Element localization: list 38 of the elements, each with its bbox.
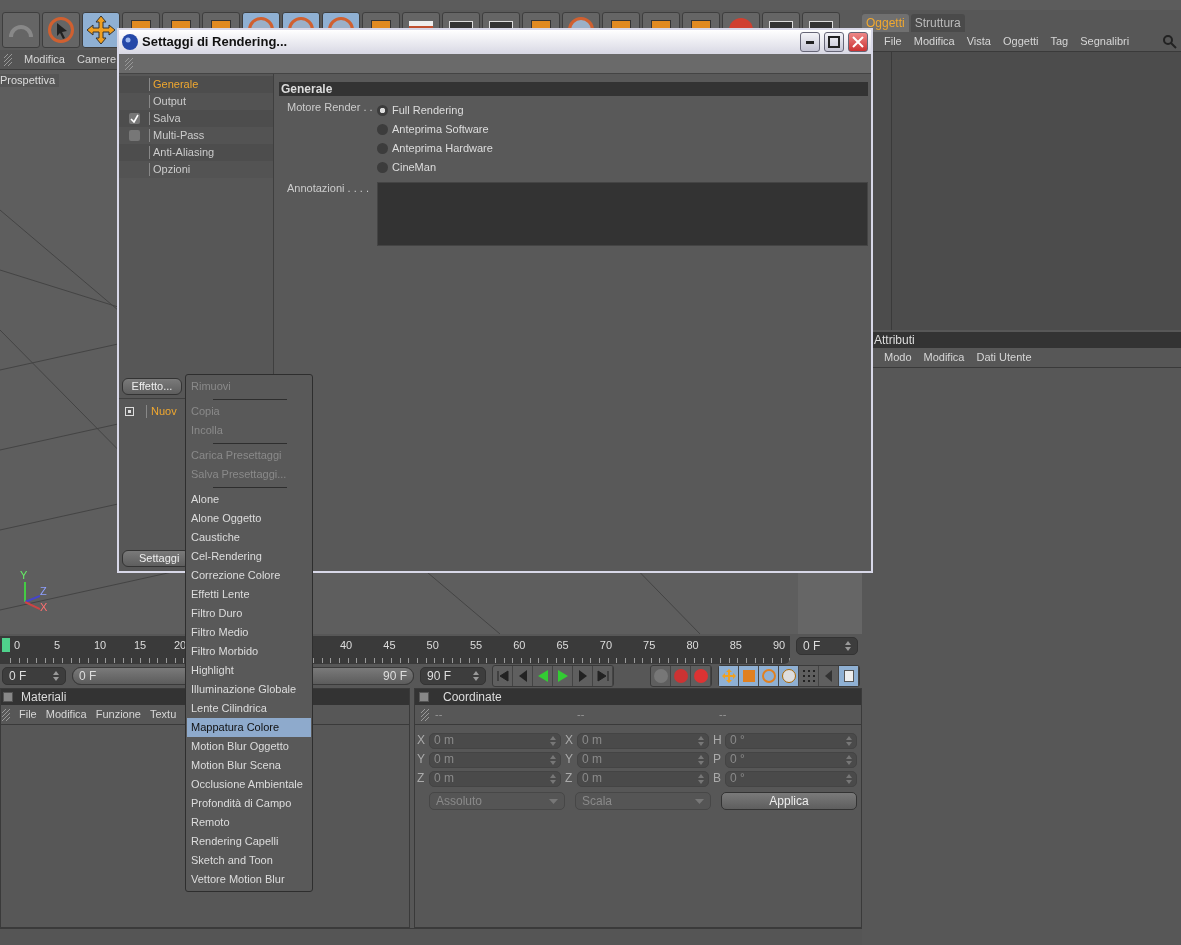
frame-label: 75 <box>643 638 657 653</box>
frame-label: 45 <box>383 638 397 653</box>
frame-label: 60 <box>513 638 527 653</box>
frame-label: 70 <box>599 638 614 653</box>
frame-label: 65 <box>556 638 570 653</box>
field-label: Motore Render . . <box>286 101 374 115</box>
axis-label: X <box>417 733 426 748</box>
frame-label: 85 <box>729 638 743 653</box>
frame-label: 50 <box>426 638 440 653</box>
axis-label: X <box>40 602 48 613</box>
axis-label: Z <box>40 586 47 597</box>
frame-label: 15 <box>134 638 148 653</box>
window-title: Settaggi di Rendering... <box>142 34 289 50</box>
viewport-label: Prospettiva <box>0 74 60 88</box>
column-heading: -- <box>576 707 586 722</box>
frame-label: 55 <box>469 638 484 653</box>
section-header: Generale <box>279 82 868 96</box>
axis-label: Z <box>417 771 426 786</box>
panel-title: Materiali <box>21 689 67 705</box>
frame-label: 80 <box>686 638 700 653</box>
axis-label: H <box>713 733 723 748</box>
frame-label: 5 <box>54 638 62 653</box>
axis-label: Y <box>20 570 28 581</box>
frame-label: 40 <box>340 638 354 653</box>
column-heading: -- <box>434 707 444 722</box>
axis-label: Y <box>565 752 574 767</box>
axis-label: X <box>565 733 574 748</box>
panel-title: Coordinate <box>443 689 502 705</box>
axis-label: Z <box>565 771 574 786</box>
frame-label: 90 <box>772 638 786 653</box>
column-heading: -- <box>718 707 728 722</box>
field-label: Annotazioni . . . . <box>286 182 370 196</box>
axis-label: B <box>713 771 722 786</box>
axis-label: P <box>713 752 722 767</box>
frame-label: 10 <box>94 638 108 653</box>
frame-label: 0 <box>14 638 22 653</box>
axis-label: Y <box>417 752 426 767</box>
panel-title: Attributi <box>874 332 915 348</box>
